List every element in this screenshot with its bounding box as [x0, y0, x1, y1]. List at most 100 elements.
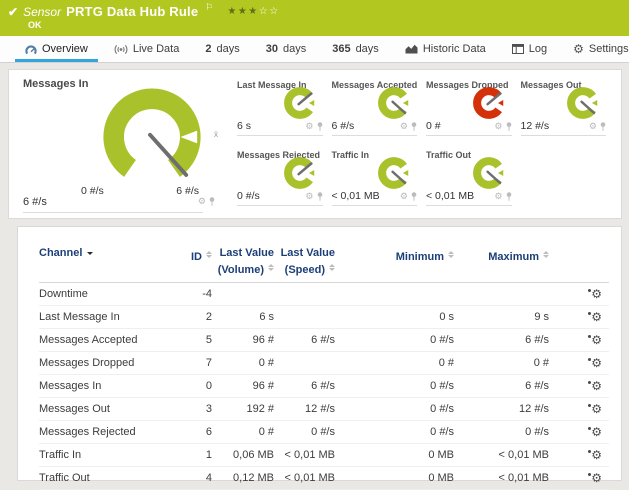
- pin-icon[interactable]: [600, 122, 606, 131]
- cell-actions: ⚙: [549, 357, 609, 370]
- star-icon[interactable]: ★: [227, 6, 237, 17]
- pin-icon[interactable]: [209, 197, 215, 206]
- cell-actions: ⚙: [549, 472, 609, 485]
- sort-desc-icon: [87, 252, 93, 258]
- channel-settings-icon[interactable]: ⚙: [591, 449, 602, 461]
- channel-settings-icon[interactable]: ⚙: [591, 334, 602, 346]
- log-icon: [512, 44, 524, 54]
- gear-icon[interactable]: ⚙: [305, 192, 313, 201]
- gauge-dial: [93, 82, 211, 195]
- gear-icon[interactable]: ⚙: [305, 122, 313, 131]
- cell-last-value-speed: 0 #/s: [274, 426, 335, 438]
- cell-minimum: 0 s: [335, 311, 454, 323]
- sensor-title: PRTG Data Hub Rule: [66, 4, 198, 19]
- tab-historic-data[interactable]: Historic Data: [392, 36, 499, 62]
- gear-icon[interactable]: ⚙: [589, 122, 597, 131]
- channel-settings-icon[interactable]: ⚙: [591, 403, 602, 415]
- cell-last-value-volume: 0 #: [212, 357, 274, 369]
- gauge-value-row: 6 #/s ⚙: [23, 196, 203, 213]
- tab-settings[interactable]: ⚙Settings: [560, 36, 629, 62]
- gauge-value: < 0,01 MB: [426, 190, 474, 202]
- cell-maximum: 12 #/s: [454, 403, 549, 415]
- tab-30-days[interactable]: 30days: [253, 36, 320, 62]
- cell-maximum: < 0,01 MB: [454, 449, 549, 461]
- sensor-kind-label: Sensor: [23, 5, 61, 19]
- gauge-value-row: 6 s ⚙: [237, 120, 323, 136]
- cell-minimum: 0 #/s: [335, 334, 454, 346]
- channel-settings-icon[interactable]: ⚙: [591, 472, 602, 484]
- tab-overview[interactable]: Overview: [12, 36, 101, 62]
- star-icon[interactable]: ☆: [259, 6, 269, 17]
- cell-last-value-speed: 6 #/s: [274, 334, 335, 346]
- cell-minimum: 0 MB: [335, 449, 454, 461]
- column-header-channel[interactable]: Channel: [39, 247, 164, 277]
- column-header-max[interactable]: Maximum: [454, 247, 549, 277]
- gear-icon[interactable]: ⚙: [198, 197, 206, 206]
- gear-icon[interactable]: ⚙: [400, 192, 408, 201]
- cell-minimum: 0 #: [335, 357, 454, 369]
- gauge-value: 12 #/s: [521, 120, 550, 132]
- star-icon[interactable]: ★: [238, 6, 248, 17]
- cell-last-value-speed: < 0,01 MB: [274, 472, 335, 484]
- pin-icon[interactable]: [317, 192, 323, 201]
- cell-actions: ⚙: [549, 311, 609, 324]
- channel-settings-icon[interactable]: ⚙: [591, 288, 602, 300]
- cell-id: 5: [164, 334, 212, 346]
- pin-icon[interactable]: [506, 192, 512, 201]
- cell-actions: ⚙: [549, 426, 609, 439]
- status-text: OK: [0, 20, 629, 30]
- channel-settings-icon[interactable]: ⚙: [591, 380, 602, 392]
- sort-icon: [448, 248, 454, 261]
- star-icon[interactable]: ★: [248, 6, 258, 17]
- table-row: Messages Out 3 192 # 12 #/s 0 #/s 12 #/s…: [39, 398, 609, 421]
- star-icon[interactable]: ☆: [269, 6, 279, 17]
- channel-settings-icon[interactable]: ⚙: [591, 311, 602, 323]
- pin-icon[interactable]: [411, 122, 417, 131]
- column-header-volume[interactable]: Last Value(Volume): [212, 247, 274, 277]
- cell-channel: Downtime: [39, 288, 164, 300]
- priority-stars[interactable]: ★★★☆☆: [227, 7, 279, 17]
- cell-channel: Last Message In: [39, 311, 164, 323]
- cell-channel: Messages Dropped: [39, 357, 164, 369]
- cell-last-value-volume: 0 #: [212, 426, 274, 438]
- channel-table-header: ChannelIDLast Value(Volume)Last Value(Sp…: [39, 247, 609, 283]
- column-header-min[interactable]: Minimum: [335, 247, 454, 277]
- gauge-title: Traffic In: [332, 150, 370, 160]
- cell-maximum: 0 #: [454, 357, 549, 369]
- channel-settings-icon[interactable]: ⚙: [591, 357, 602, 369]
- gauge-messages-rejected: Messages Rejected 0 #/s ⚙: [235, 144, 330, 214]
- gear-icon[interactable]: ⚙: [494, 192, 502, 201]
- gauge-traffic-out: Traffic Out < 0,01 MB ⚙: [424, 144, 519, 214]
- pin-icon[interactable]: [411, 192, 417, 201]
- gear-icon[interactable]: ⚙: [400, 122, 408, 131]
- gauge-value-row: 0 #/s ⚙: [237, 190, 323, 206]
- channel-settings-icon[interactable]: ⚙: [591, 426, 602, 438]
- tab-2-days[interactable]: 2days: [192, 36, 252, 62]
- table-row: Traffic Out 4 0,12 MB < 0,01 MB 0 MB < 0…: [39, 467, 609, 490]
- cell-channel: Messages Rejected: [39, 426, 164, 438]
- column-header-id[interactable]: ID: [164, 247, 212, 277]
- pin-icon[interactable]: [506, 122, 512, 131]
- content-area: Messages In x̄ 0 #/s 6 #/s 6 #/s ⚙ Last …: [0, 63, 629, 481]
- pin-icon[interactable]: [317, 122, 323, 131]
- tab-log[interactable]: Log: [499, 36, 560, 62]
- tab-live-data[interactable]: Live Data: [101, 36, 192, 62]
- gauge-value: 6 #/s: [23, 196, 47, 208]
- gauge-value: < 0,01 MB: [332, 190, 380, 202]
- tab-365-days[interactable]: 365days: [319, 36, 392, 62]
- gauge-last-message-in: Last Message In 6 s ⚙: [235, 74, 330, 144]
- cell-actions: ⚙: [549, 334, 609, 347]
- historic-data-icon: [405, 44, 418, 54]
- flag-icon[interactable]: ⚐: [205, 2, 213, 13]
- cell-actions: ⚙: [549, 403, 609, 416]
- gauge-value-row: 12 #/s ⚙: [521, 120, 607, 136]
- gauge-messages-accepted: Messages Accepted 6 #/s ⚙: [330, 74, 425, 144]
- table-row: Messages In 0 96 # 6 #/s 0 #/s 6 #/s ⚙: [39, 375, 609, 398]
- gear-icon[interactable]: ⚙: [494, 122, 502, 131]
- table-row: Traffic In 1 0,06 MB < 0,01 MB 0 MB < 0,…: [39, 444, 609, 467]
- cell-last-value-volume: 0,12 MB: [212, 472, 274, 484]
- column-header-speed[interactable]: Last Value(Speed): [274, 247, 335, 277]
- cell-last-value-volume: 96 #: [212, 334, 274, 346]
- cell-minimum: 0 MB: [335, 472, 454, 484]
- channel-table-panel: ChannelIDLast Value(Volume)Last Value(Sp…: [17, 226, 622, 481]
